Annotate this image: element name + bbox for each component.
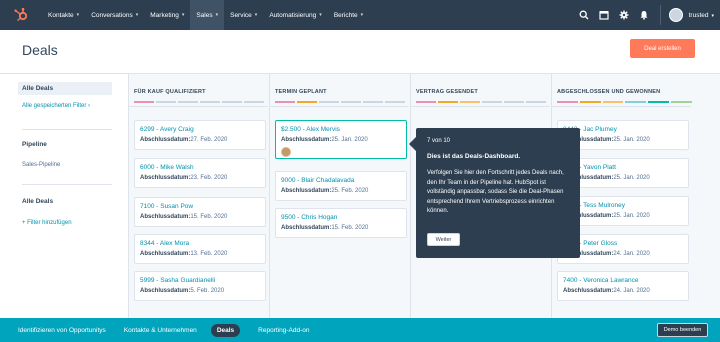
board-column: TERMIN GEPLANT $2.500 - Alex Mervis Absc…: [269, 74, 409, 318]
deal-close-date: Abschlussdatum:13. Feb. 2020: [140, 251, 228, 257]
deal-name[interactable]: 6000 - Mike Walsh: [140, 164, 194, 171]
nav-item-kontakte[interactable]: Kontakte ▾: [42, 0, 85, 30]
tour-step-reporting[interactable]: Reporting-Add-on: [258, 327, 309, 334]
chevron-down-icon: ▾: [711, 12, 714, 19]
deal-close-date: Abschlussdatum:5. Feb. 2020: [140, 288, 225, 294]
tour-step-contacts[interactable]: Kontakte & Unternehmen: [124, 327, 197, 334]
sidebar-divider: [22, 129, 112, 130]
create-deal-button[interactable]: Deal erstellen: [630, 39, 695, 58]
sidebar-item-all-deals[interactable]: Alle Deals: [18, 82, 112, 95]
deal-name[interactable]: $2.500 - Alex Mervis: [281, 126, 340, 133]
nav-item-sales[interactable]: Sales ▾: [190, 0, 225, 30]
column-divider: [129, 106, 268, 107]
deal-card[interactable]: 9500 - Chris Hogan Abschlussdatum:15. Fe…: [275, 208, 407, 238]
deal-name[interactable]: 7400 - Veronica Lawrance: [563, 277, 639, 284]
tooltip-step: 7 von 10: [427, 138, 451, 144]
chevron-down-icon: ▾: [135, 12, 139, 18]
column-divider: [411, 106, 550, 107]
deal-close-date: Abschlussdatum:15. Feb. 2020: [140, 214, 228, 220]
deal-card[interactable]: 5999 - Sasha Guardianelli Abschlussdatum…: [134, 271, 266, 301]
top-navigation: Kontakte ▾ Conversations ▾ Marketing ▾ Sale…: [0, 0, 720, 30]
nav-item-service[interactable]: Service ▾: [224, 0, 263, 30]
marketplace-icon[interactable]: [594, 0, 614, 30]
next-button[interactable]: Weiter: [427, 233, 460, 246]
deal-close-date: Abschlussdatum:15. Feb. 2020: [281, 225, 369, 231]
column-progress: [275, 101, 405, 103]
deal-card[interactable]: 7400 - Veronica Lawrance Abschlussdatum:…: [557, 271, 689, 301]
add-filter-link[interactable]: + Filter hinzufügen: [22, 220, 72, 226]
notifications-icon[interactable]: [634, 0, 654, 30]
deal-card[interactable]: 6000 - Mike Walsh Abschlussdatum:23. Feb…: [134, 158, 266, 188]
demo-bottom-bar: Identifizieren von Opportunitys Kontakte…: [0, 318, 720, 342]
chevron-right-icon: ›: [88, 103, 91, 109]
deal-card[interactable]: 7100 - Susan Pow Abschlussdatum:15. Feb.…: [134, 197, 266, 227]
tour-step-deals[interactable]: Deals: [210, 323, 241, 337]
chevron-down-icon: ▾: [215, 12, 219, 18]
nav-item-berichte[interactable]: Berichte ▾: [328, 0, 369, 30]
settings-icon[interactable]: [614, 0, 634, 30]
nav-divider: [659, 5, 661, 25]
filter-heading: Alle Deals: [22, 198, 54, 205]
column-progress: [557, 101, 692, 103]
nav-item-marketing[interactable]: Marketing ▾: [144, 0, 190, 30]
sidebar-divider: [22, 184, 112, 185]
pipeline-select[interactable]: Sales-Pipeline: [22, 162, 60, 168]
deal-name[interactable]: 8344 - Alex Mora: [140, 240, 189, 247]
pipeline-heading: Pipeline: [22, 141, 47, 148]
chevron-down-icon: ▾: [319, 12, 322, 18]
deal-card-highlighted[interactable]: $2.500 - Alex Mervis Abschlussdatum:25. …: [275, 120, 407, 159]
saved-filters-link[interactable]: Alle gespeicherten Filter ›: [22, 103, 90, 109]
deal-name[interactable]: 7100 - Susan Pow: [140, 203, 193, 210]
column-progress: [134, 101, 264, 103]
deal-card[interactable]: 8344 - Alex Mora Abschlussdatum:13. Feb.…: [134, 234, 266, 264]
deal-name[interactable]: 9000 - Blair Chadalavada: [281, 177, 354, 184]
chevron-down-icon: ▾: [181, 12, 185, 18]
column-title: ABGESCHLOSSEN UND GEWONNEN: [557, 89, 661, 95]
page-title: Deals: [22, 42, 58, 58]
search-icon[interactable]: [574, 0, 594, 30]
nav-item-conversations[interactable]: Conversations ▾: [85, 0, 144, 30]
column-progress: [416, 101, 546, 103]
chevron-down-icon: ▾: [360, 12, 364, 18]
deal-close-date: Abschlussdatum:23. Feb. 2020: [140, 175, 228, 181]
chevron-down-icon: ▾: [254, 12, 258, 18]
tooltip-arrow: [409, 137, 416, 151]
deal-card[interactable]: 6299 - Avery Craig Abschlussdatum:27. Fe…: [134, 120, 266, 150]
deal-card[interactable]: 9000 - Blair Chadalavada Abschlussdatum:…: [275, 171, 407, 201]
column-divider: [270, 106, 409, 107]
deal-close-date: Abschlussdatum:24. Jan. 2020: [563, 288, 650, 294]
tooltip-body: Verfolgen Sie hier den Fortschritt jedes…: [427, 170, 564, 215]
column-title: TERMIN GEPLANT: [275, 89, 327, 95]
tooltip-title: Dies ist das Deals-Dashboard.: [427, 153, 521, 160]
chevron-down-icon: ▾: [76, 12, 80, 18]
deal-name[interactable]: 6299 - Avery Craig: [140, 126, 194, 133]
deal-close-date: Abschlussdatum:25. Feb. 2020: [281, 188, 369, 194]
deal-close-date: Abschlussdatum:27. Feb. 2020: [140, 137, 228, 143]
deal-name[interactable]: 5999 - Sasha Guardianelli: [140, 277, 215, 284]
account-menu[interactable]: trusted ▾: [689, 12, 714, 19]
deal-close-date: Abschlussdatum:25. Jan. 2020: [281, 137, 368, 143]
sidebar: Alle Deals Alle gespeicherten Filter › P…: [0, 74, 128, 318]
end-demo-button[interactable]: Demo beenden: [657, 323, 708, 337]
nav-item-automatisierung[interactable]: Automatisierung ▾: [263, 0, 328, 30]
onboarding-tooltip: 7 von 10 Dies ist das Deals-Dashboard. V…: [416, 128, 580, 258]
hubspot-logo-icon[interactable]: [10, 4, 32, 26]
column-divider: [552, 106, 691, 107]
tour-step-opportunities[interactable]: Identifizieren von Opportunitys: [18, 327, 106, 334]
column-title: FÜR KAUF QUALIFIZIERT: [134, 89, 206, 95]
board-column: FÜR KAUF QUALIFIZIERT 6299 - Avery Craig…: [128, 74, 268, 318]
owner-avatar: [281, 147, 291, 157]
avatar[interactable]: [668, 8, 683, 22]
column-title: VERTRAG GESENDET: [416, 89, 478, 95]
page-header: Deals Deal erstellen: [0, 30, 720, 74]
deal-name[interactable]: 9500 - Chris Hogan: [281, 214, 337, 221]
